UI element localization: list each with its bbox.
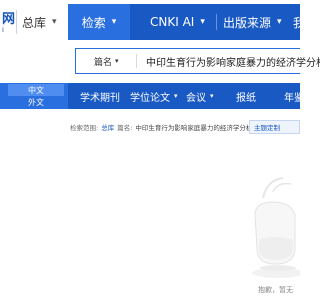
- resource-tabs: 中文 外文 学术期刊 学位论文 ▾ 会议 ▾ 报纸 年鉴: [0, 83, 304, 109]
- tab-newspapers-label: 报纸: [236, 92, 256, 104]
- chevron-down-icon: ▾: [174, 92, 178, 100]
- cnki-logo[interactable]: 网 i: [0, 8, 24, 36]
- empty-state-message: 抱歉，暂无: [258, 286, 293, 294]
- chevron-down-icon: ▾: [200, 17, 205, 27]
- search-area: 篇名 ▾ 中印生育行为影响家庭暴力的经济学分析: [0, 44, 320, 76]
- chevron-down-icon: ▾: [210, 92, 214, 100]
- nav-my-label: 我: [293, 15, 306, 30]
- chevron-down-icon: ▾: [52, 17, 57, 27]
- results-area: 抱歉，暂无: [0, 135, 300, 300]
- top-header: 网 i 总库 ▾ 检索 ▾ CNKI AI ▾ 出版来源 ▾ 我: [0, 0, 305, 44]
- nav-publication-source-label: 出版来源: [223, 15, 272, 30]
- criteria-field-label: 篇名:: [117, 124, 133, 132]
- chevron-down-icon: ▾: [277, 17, 282, 27]
- nav-publication-source[interactable]: 出版来源 ▾: [223, 4, 282, 40]
- nav-cnki-ai-label: CNKI AI: [150, 15, 195, 29]
- criteria-scope-value[interactable]: 总库: [101, 122, 114, 132]
- tab-yearbooks-label: 年鉴: [284, 92, 304, 104]
- nav-search-label: 检索: [81, 15, 106, 30]
- tab-journals[interactable]: 学术期刊: [80, 83, 120, 109]
- nav-divider: [216, 14, 217, 30]
- tab-conferences-label: 会议: [186, 92, 206, 104]
- main-nav: 检索 ▾ CNKI AI ▾ 出版来源 ▾ 我: [68, 4, 305, 40]
- nav-my[interactable]: 我: [293, 4, 305, 40]
- search-field-select[interactable]: 篇名 ▾: [94, 49, 119, 73]
- tab-yearbooks[interactable]: 年鉴: [284, 83, 304, 109]
- empty-state-illustration: [252, 177, 300, 278]
- tab-journals-label: 学术期刊: [80, 92, 120, 104]
- database-scope-select[interactable]: 总库 ▾: [22, 10, 57, 34]
- logo-text-top: 网: [2, 12, 16, 27]
- lang-foreign[interactable]: 外文: [8, 96, 64, 108]
- chevron-down-icon: ▾: [115, 57, 119, 65]
- search-query-text: 中印生育行为影响家庭暴力的经济学分析: [146, 57, 320, 69]
- tab-conferences[interactable]: 会议 ▾: [186, 83, 214, 109]
- criteria-query-value: 中印生育行为影响家庭暴力的经济学分析: [135, 124, 253, 132]
- criteria-scope-label: 检索范围:: [70, 124, 99, 132]
- nav-search[interactable]: 检索 ▾: [68, 4, 130, 40]
- nav-cnki-ai[interactable]: CNKI AI ▾: [150, 4, 205, 40]
- logo-divider: [16, 10, 17, 34]
- scope-label: 总库: [22, 15, 47, 30]
- field-divider: [136, 54, 137, 68]
- search-field-label: 篇名: [94, 57, 113, 68]
- logo-text-bottom: i: [2, 26, 4, 34]
- search-criteria-bar: 检索范围: 总库 篇名: 中印生育行为影响家庭暴力的经济学分析 主题定制: [0, 119, 300, 135]
- tab-dissertations-label: 学位论文: [130, 92, 170, 104]
- topic-subscribe-button[interactable]: 主题定制: [249, 120, 300, 134]
- lang-chinese[interactable]: 中文: [8, 84, 64, 96]
- search-criteria: 检索范围: 总库 篇名: 中印生育行为影响家庭暴力的经济学分析: [70, 119, 252, 135]
- tab-newspapers[interactable]: 报纸: [236, 83, 256, 109]
- chevron-down-icon: ▾: [111, 17, 117, 27]
- tab-dissertations[interactable]: 学位论文 ▾: [130, 83, 178, 109]
- search-box: 篇名 ▾ 中印生育行为影响家庭暴力的经济学分析: [75, 48, 320, 74]
- language-switch: 中文 外文: [0, 83, 68, 109]
- search-input[interactable]: 中印生育行为影响家庭暴力的经济学分析: [146, 49, 320, 73]
